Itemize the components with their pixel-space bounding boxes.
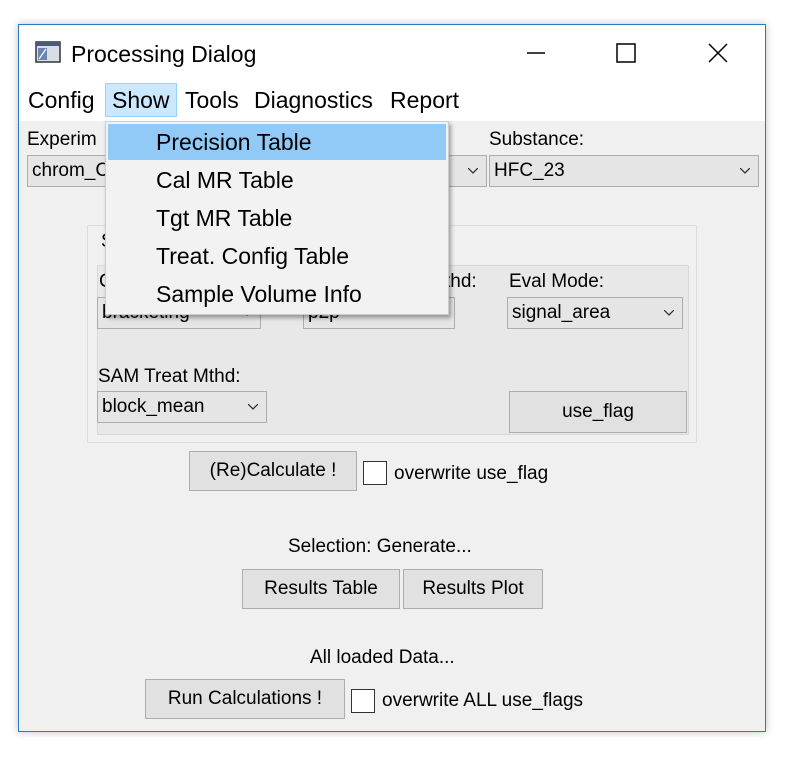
maximize-button[interactable] bbox=[601, 33, 651, 73]
window-title: Processing Dialog bbox=[71, 41, 257, 67]
menu-item-cal-mr-table[interactable]: Cal MR Table bbox=[108, 162, 446, 198]
overwrite-use-flag-checkbox[interactable] bbox=[363, 461, 387, 485]
processing-dialog-window: Processing Dialog Config Show Tools Diag… bbox=[18, 24, 766, 732]
experiment-select[interactable]: chrom_C bbox=[27, 155, 117, 187]
run-calculations-button[interactable]: Run Calculations ! bbox=[145, 679, 345, 719]
show-menu-dropdown: Precision Table Cal MR Table Tgt MR Tabl… bbox=[105, 121, 449, 315]
menu-item-treat-config-table[interactable]: Treat. Config Table bbox=[108, 238, 446, 274]
substance-select[interactable]: HFC_23 bbox=[489, 155, 759, 187]
chevron-down-icon bbox=[740, 168, 750, 174]
overwrite-all-use-flags-checkbox[interactable] bbox=[351, 689, 375, 713]
overwrite-use-flag-label: overwrite use_flag bbox=[394, 463, 549, 484]
eval-mode-select[interactable]: signal_area bbox=[507, 297, 683, 329]
menu-bar: Config Show Tools Diagnostics Report bbox=[19, 81, 765, 121]
substance-label: Substance: bbox=[489, 129, 585, 150]
sam-treat-label: SAM Treat Mthd: bbox=[98, 366, 241, 387]
selection-label: Selection: Generate... bbox=[288, 536, 472, 557]
recalculate-button[interactable]: (Re)Calculate ! bbox=[189, 451, 357, 491]
experiment-select-dropdown[interactable] bbox=[447, 155, 487, 187]
close-icon bbox=[708, 43, 728, 63]
minimize-button[interactable] bbox=[511, 33, 561, 73]
menu-item-sample-volume-info[interactable]: Sample Volume Info bbox=[108, 276, 446, 312]
title-bar: Processing Dialog bbox=[19, 25, 765, 81]
chevron-down-icon bbox=[248, 404, 258, 410]
mthd-label: thd: bbox=[445, 271, 477, 292]
chevron-down-icon bbox=[664, 310, 674, 316]
sam-treat-value: block_mean bbox=[102, 396, 205, 417]
menu-report[interactable]: Report bbox=[384, 83, 465, 117]
close-button[interactable] bbox=[693, 33, 743, 73]
menu-tools[interactable]: Tools bbox=[179, 83, 245, 117]
app-icon bbox=[35, 41, 61, 63]
chevron-down-icon bbox=[468, 168, 478, 174]
eval-mode-value: signal_area bbox=[512, 302, 611, 323]
menu-item-tgt-mr-table[interactable]: Tgt MR Table bbox=[108, 200, 446, 236]
menu-show[interactable]: Show bbox=[105, 83, 177, 117]
eval-mode-label: Eval Mode: bbox=[509, 271, 605, 292]
sam-treat-select[interactable]: block_mean bbox=[97, 391, 267, 423]
experiment-value: chrom_C bbox=[32, 160, 110, 181]
substance-value: HFC_23 bbox=[494, 160, 565, 181]
use-flag-button[interactable]: use_flag bbox=[509, 391, 687, 433]
overwrite-all-use-flags-label: overwrite ALL use_flags bbox=[382, 690, 584, 711]
results-plot-button[interactable]: Results Plot bbox=[403, 569, 543, 609]
experiment-label: Experim bbox=[27, 129, 97, 150]
results-table-button[interactable]: Results Table bbox=[242, 569, 400, 609]
menu-diagnostics[interactable]: Diagnostics bbox=[248, 83, 379, 117]
all-data-label: All loaded Data... bbox=[310, 647, 455, 668]
menu-config[interactable]: Config bbox=[22, 83, 100, 117]
maximize-icon bbox=[616, 43, 636, 63]
menu-item-precision-table[interactable]: Precision Table bbox=[108, 124, 446, 160]
minimize-icon bbox=[527, 52, 545, 54]
